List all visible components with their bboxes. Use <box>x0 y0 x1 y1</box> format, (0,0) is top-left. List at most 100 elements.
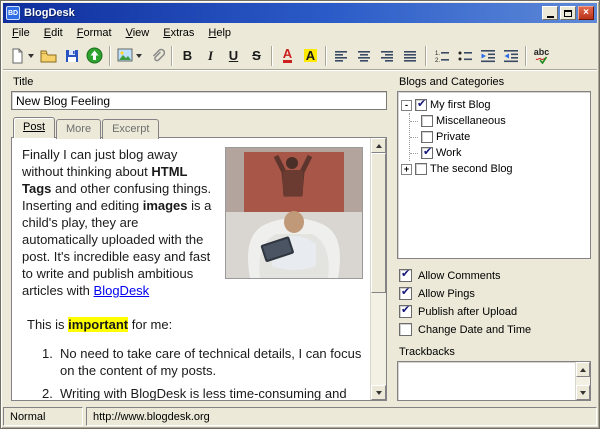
italic-button[interactable]: I <box>199 44 222 68</box>
option-label: Change Date and Time <box>418 324 531 336</box>
attach-file-button[interactable] <box>145 44 168 68</box>
underline-icon: U <box>229 49 238 63</box>
checkbox[interactable] <box>399 287 412 300</box>
category-checkbox[interactable] <box>421 147 433 159</box>
menu-edit[interactable]: Edit <box>37 24 70 42</box>
scroll-down-button[interactable] <box>576 385 590 400</box>
tree-item-miscellaneous[interactable]: Miscellaneous <box>410 113 587 129</box>
tree-item-the-second-blog[interactable]: The second Blog <box>401 161 587 177</box>
title-bar[interactable]: BD BlogDesk × <box>3 3 597 23</box>
save-button[interactable] <box>60 44 83 68</box>
strikethrough-icon: S <box>252 49 261 63</box>
menu-format[interactable]: Format <box>70 24 119 42</box>
bullet-list-button[interactable] <box>453 44 476 68</box>
toolbar-separator <box>325 46 327 66</box>
new-post-button[interactable] <box>7 44 37 68</box>
open-post-button[interactable] <box>37 44 60 68</box>
list-item: 1.No need to take care of technical deta… <box>22 345 362 379</box>
checkbox[interactable] <box>399 305 412 318</box>
category-checkbox[interactable] <box>421 131 433 143</box>
align-justify-icon <box>403 49 418 63</box>
blog-checkbox[interactable] <box>415 99 427 111</box>
trackbacks-scrollbar[interactable] <box>575 362 590 400</box>
scrollbar-thumb[interactable] <box>371 153 386 293</box>
minimize-button[interactable] <box>542 6 558 20</box>
bold-button[interactable]: B <box>176 44 199 68</box>
tab-excerpt[interactable]: Excerpt <box>102 119 159 139</box>
tab-more[interactable]: More <box>56 119 101 139</box>
tree-item-label[interactable]: Miscellaneous <box>436 115 506 127</box>
image-icon <box>117 48 133 63</box>
blogs-tree[interactable]: My first Blog Miscellaneous Private Work <box>397 91 591 259</box>
open-folder-icon <box>40 48 57 64</box>
scrollbar-track[interactable] <box>576 377 590 385</box>
trackbacks-input[interactable] <box>397 361 591 401</box>
scroll-down-button[interactable] <box>371 385 386 400</box>
align-justify-button[interactable] <box>399 44 422 68</box>
toolbar: B I U S A A 1.2. <box>3 42 597 70</box>
increase-indent-button[interactable] <box>499 44 522 68</box>
editor-scrollbar[interactable] <box>370 138 386 400</box>
tree-item-private[interactable]: Private <box>410 129 587 145</box>
tree-item-label[interactable]: The second Blog <box>430 163 513 175</box>
align-center-button[interactable] <box>353 44 376 68</box>
align-left-icon <box>334 49 349 63</box>
tab-post[interactable]: Post <box>13 117 55 138</box>
tree-item-label[interactable]: Work <box>436 147 461 159</box>
font-color-button[interactable]: A <box>276 44 299 68</box>
align-left-button[interactable] <box>330 44 353 68</box>
collapse-icon[interactable] <box>401 100 412 111</box>
option-allow-comments[interactable]: Allow Comments <box>399 267 591 284</box>
option-publish-after-upload[interactable]: Publish after Upload <box>399 303 591 320</box>
option-change-date-time[interactable]: Change Date and Time <box>399 321 591 338</box>
tree-item-label[interactable]: My first Blog <box>430 99 491 111</box>
title-input[interactable] <box>11 91 387 110</box>
checkbox[interactable] <box>399 323 412 336</box>
text-highlight-button[interactable]: A <box>299 44 322 68</box>
spellcheck-button[interactable]: abc <box>530 44 553 68</box>
numbered-list-icon: 1.2. <box>434 49 450 63</box>
category-checkbox[interactable] <box>421 115 433 127</box>
chevron-down-icon <box>136 54 142 58</box>
tree-item-label[interactable]: Private <box>436 131 470 143</box>
menu-view[interactable]: View <box>119 24 157 42</box>
post-photo-image[interactable] <box>226 148 362 278</box>
list-item: 2.Writing with BlogDesk is less time-con… <box>22 385 362 400</box>
option-allow-pings[interactable]: Allow Pings <box>399 285 591 302</box>
paragraph-2: This is important for me: <box>22 316 362 333</box>
align-right-icon <box>380 49 395 63</box>
arrow-up-icon <box>580 368 586 372</box>
post-body[interactable]: Finally I can just blog away without thi… <box>12 138 370 400</box>
bold-icon: B <box>183 49 192 63</box>
strikethrough-button[interactable]: S <box>245 44 268 68</box>
insert-image-button[interactable] <box>114 44 145 68</box>
scroll-up-button[interactable] <box>576 362 590 377</box>
decrease-indent-button[interactable] <box>476 44 499 68</box>
blogs-categories-label: Blogs and Categories <box>399 76 591 88</box>
underline-button[interactable]: U <box>222 44 245 68</box>
close-button[interactable]: × <box>578 6 594 20</box>
new-post-icon <box>10 48 25 64</box>
blog-checkbox[interactable] <box>415 163 427 175</box>
blogdesk-link[interactable]: BlogDesk <box>94 283 150 298</box>
scroll-up-button[interactable] <box>371 138 386 153</box>
publish-button[interactable] <box>83 44 106 68</box>
status-url: http://www.blogdesk.org <box>86 407 597 426</box>
menu-extras[interactable]: Extras <box>156 24 201 42</box>
scrollbar-track[interactable] <box>371 153 386 385</box>
menu-help[interactable]: Help <box>201 24 238 42</box>
align-right-button[interactable] <box>376 44 399 68</box>
toolbar-separator <box>171 46 173 66</box>
menu-file[interactable]: File <box>5 24 37 42</box>
arrow-up-icon <box>376 144 382 148</box>
arrow-down-icon <box>376 391 382 395</box>
maximize-button[interactable] <box>560 6 576 20</box>
post-options: Allow Comments Allow Pings Publish after… <box>399 267 591 339</box>
tree-item-work[interactable]: Work <box>410 145 587 161</box>
tree-item-my-first-blog[interactable]: My first Blog <box>401 97 587 113</box>
checkbox[interactable] <box>399 269 412 282</box>
numbered-list-button[interactable]: 1.2. <box>430 44 453 68</box>
option-label: Allow Comments <box>418 270 501 282</box>
expand-icon[interactable] <box>401 164 412 175</box>
post-editor[interactable]: Finally I can just blog away without thi… <box>11 137 387 401</box>
